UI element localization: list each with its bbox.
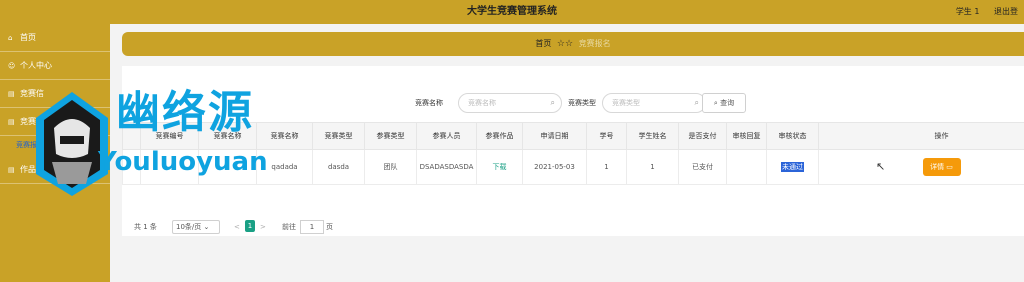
column-header: 参赛类型 xyxy=(364,122,417,150)
prev-page-button[interactable]: < xyxy=(234,220,240,234)
breadcrumb: 首页 ☆☆ 竞赛报名 xyxy=(122,32,1024,56)
table-cell: 团队 xyxy=(364,149,417,185)
column-header: 是否支付 xyxy=(678,122,727,150)
column-header: 学生姓名 xyxy=(626,122,679,150)
page-size-select[interactable]: 10条/页 ⌄ xyxy=(172,220,220,234)
column-header: 审核回复 xyxy=(726,122,767,150)
competition-type-input[interactable]: 竞赛类型 ⌕ xyxy=(602,93,706,113)
input-placeholder: 竞赛类型 xyxy=(612,99,640,107)
goto-label: 前往 xyxy=(282,223,296,231)
search-icon: ⌕ xyxy=(694,98,699,107)
goto-page-input[interactable]: 1 xyxy=(300,220,324,234)
query-button-label: 查询 xyxy=(720,99,735,107)
column-header: 学号 xyxy=(586,122,627,150)
total-count: 共 1 条 xyxy=(134,223,157,231)
next-page-button[interactable]: > xyxy=(260,220,266,234)
download-link-cell: 下载 xyxy=(476,149,523,185)
star-icon: ☆☆ xyxy=(556,39,574,49)
table-cell xyxy=(726,149,767,185)
watermark-subtext: Youluoyuan xyxy=(98,147,268,177)
search-icon: ⌕ xyxy=(550,98,555,107)
table-cell: 1 xyxy=(586,149,627,185)
menu-icon: ▤ xyxy=(8,118,15,126)
page-number-button[interactable]: 1 xyxy=(245,220,255,232)
top-bar: 大学生竞赛管理系统 学生 1 退出登 xyxy=(0,0,1024,24)
page-unit-label: 页 xyxy=(326,223,333,231)
sidebar-item-profile[interactable]: ☺ 个人中心 xyxy=(0,52,110,80)
mouse-cursor-icon: ↖ xyxy=(876,160,886,173)
home-icon: ⌂ xyxy=(8,34,13,42)
sidebar-item-label: 首页 xyxy=(20,33,36,42)
status-text: 未通过 xyxy=(781,162,804,172)
menu-icon: ▤ xyxy=(8,166,15,174)
column-header: 审核状态 xyxy=(766,122,819,150)
app-title: 大学生竞赛管理系统 xyxy=(467,6,557,17)
detail-button-label: 详情 xyxy=(930,163,945,171)
logout-link[interactable]: 退出登 xyxy=(994,7,1018,16)
search-icon: ⌕ xyxy=(713,99,718,107)
status-cell: 未通过 xyxy=(766,149,819,185)
table-cell: 2021-05-03 xyxy=(522,149,587,185)
watermark-text: 幽络源 xyxy=(116,87,254,138)
menu-icon: ▤ xyxy=(8,90,15,98)
column-header: 参赛作品 xyxy=(476,122,523,150)
column-header: 申请日期 xyxy=(522,122,587,150)
competition-type-label: 竞赛类型 xyxy=(568,99,596,107)
breadcrumb-current: 竞赛报名 xyxy=(578,39,611,48)
breadcrumb-home[interactable]: 首页 xyxy=(535,39,551,48)
watermark: 幽络源 Youluoyuan xyxy=(32,88,272,198)
table-cell: dasda xyxy=(312,149,365,185)
competition-name-input[interactable]: 竞赛名称 ⌕ xyxy=(458,93,562,113)
column-header: 参赛人员 xyxy=(416,122,477,150)
input-placeholder: 竞赛名称 xyxy=(468,99,496,107)
detail-button[interactable]: 详情 ▭ xyxy=(922,158,961,176)
column-header: 竞赛类型 xyxy=(312,122,365,150)
table-cell: 已支付 xyxy=(678,149,727,185)
sidebar-item-label: 个人中心 xyxy=(20,61,52,70)
column-header: 操作 xyxy=(818,122,1024,150)
download-link[interactable]: 下载 xyxy=(493,163,507,171)
competition-name-label: 竞赛名称 xyxy=(415,99,443,107)
page-size-value: 10条/页 xyxy=(176,223,202,231)
user-area: 学生 1 退出登 xyxy=(944,0,1018,24)
sidebar-item-home[interactable]: ⌂ 首页 xyxy=(0,24,110,52)
user-name[interactable]: 学生 1 xyxy=(956,7,980,16)
action-cell: 详情 ▭ xyxy=(818,149,1024,185)
table-cell: 1 xyxy=(626,149,679,185)
hooded-figure-logo-icon xyxy=(36,92,108,196)
query-button[interactable]: ⌕ 查询 xyxy=(702,93,746,113)
user-icon: ☺ xyxy=(8,62,16,70)
table-cell: DSADASDASDA xyxy=(416,149,477,185)
